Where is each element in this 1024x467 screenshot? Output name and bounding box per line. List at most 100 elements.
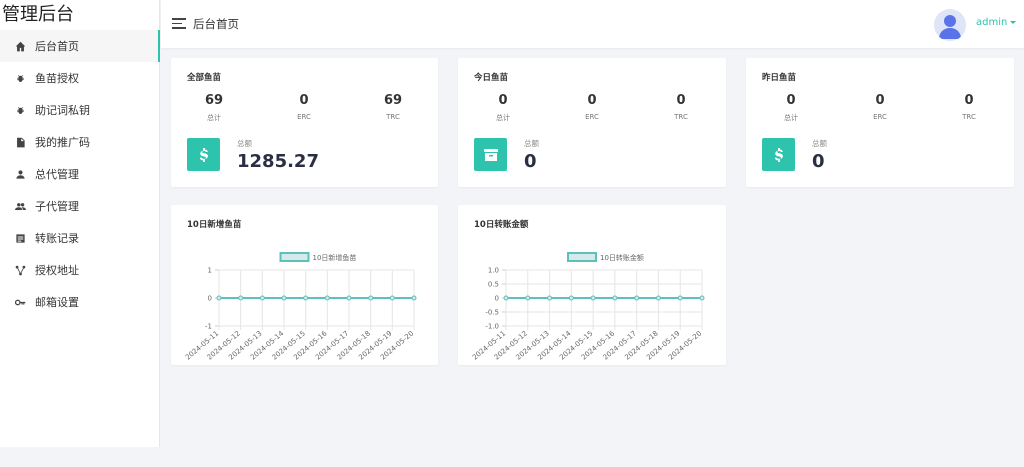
chart-legend: 10日转账金额: [567, 252, 644, 262]
data-point: [389, 295, 395, 301]
stat-value: 0: [875, 93, 885, 108]
stat-label: 总计: [784, 114, 798, 122]
chart-title: 10日新增鱼苗: [187, 220, 242, 230]
y-tick-label: 0: [495, 295, 499, 303]
legend-label: 10日新增鱼苗: [313, 253, 357, 262]
legend-label: 10日转账金额: [600, 253, 644, 262]
stat-label: TRC: [674, 113, 688, 121]
chart-title: 10日转账金额: [474, 220, 529, 230]
stat-value: 0: [587, 93, 597, 108]
stat-value: 69: [383, 93, 403, 108]
y-tick-label: -1: [205, 323, 212, 331]
stat-total: 69 总计: [174, 93, 254, 123]
data-point: [503, 295, 509, 301]
stat-total: 0 总计: [463, 93, 543, 123]
stat-label: ERC: [873, 113, 887, 121]
sidebar-item-transfer-records[interactable]: 转账记录: [0, 222, 159, 254]
stat-label: ERC: [297, 113, 311, 121]
sidebar-item-dashboard[interactable]: 后台首页: [0, 30, 160, 62]
stat-erc: 0 ERC: [552, 93, 632, 121]
card-title: 全部鱼苗: [187, 73, 222, 83]
menu-toggle-icon[interactable]: [172, 18, 186, 30]
card-title: 昨日鱼苗: [762, 73, 797, 83]
data-point: [259, 295, 265, 301]
data-point: [368, 295, 374, 301]
sidebar-item-email-settings[interactable]: 邮箱设置: [0, 286, 159, 318]
bug-icon: [15, 105, 26, 116]
chart-transfer-amount: 10日转账金额1.00.50-0.5-1.02024-05-112024-05-…: [471, 252, 705, 362]
y-tick-label: 0: [208, 295, 212, 303]
data-point: [281, 295, 287, 301]
sum-label: 总额: [524, 139, 539, 148]
archive-icon: [474, 138, 507, 171]
y-tick-label: 1: [208, 267, 212, 275]
data-point: [411, 295, 417, 301]
stat-trc: 0 TRC: [929, 93, 1009, 121]
app-title: 管理后台: [2, 4, 74, 25]
stat-value: 0: [498, 93, 508, 108]
stat-total: 0 总计: [751, 93, 831, 123]
sidebar-item-promo-code[interactable]: 我的推广码: [0, 126, 159, 158]
legend-swatch: [567, 252, 597, 262]
data-point: [216, 295, 222, 301]
sidebar-item-auth-address[interactable]: 授权地址: [0, 254, 159, 286]
home-icon: [15, 41, 26, 52]
stat-label: ERC: [585, 113, 599, 121]
card-title: 今日鱼苗: [474, 73, 509, 83]
dollar-icon: [762, 138, 795, 171]
stat-trc: 0 TRC: [641, 93, 721, 121]
avatar[interactable]: [934, 9, 966, 41]
user-avatar-icon: [939, 15, 961, 39]
chart-new-fry: 10日新增鱼苗10-12024-05-112024-05-122024-05-1…: [184, 252, 417, 362]
stat-value: 0: [676, 93, 686, 108]
data-point: [525, 295, 531, 301]
sidebar-item-label: 后台首页: [35, 40, 79, 53]
card-all-fry: 全部鱼苗 69 总计 0 ERC 69 TRC 总额 1285.27: [171, 58, 438, 187]
stat-trc: 69 TRC: [353, 93, 433, 121]
card-yesterday-fry: 昨日鱼苗 0 总计 0 ERC 0 TRC 总额 0: [746, 58, 1014, 187]
file-icon: [15, 137, 26, 148]
data-point: [238, 295, 244, 301]
bug-icon: [15, 73, 26, 84]
sum-label: 总额: [237, 139, 252, 148]
sidebar-item-label: 鱼苗授权: [35, 72, 79, 85]
stat-value: 0: [786, 93, 796, 108]
sidebar-item-sub-agent[interactable]: 子代管理: [0, 190, 159, 222]
user-icon: [15, 169, 26, 180]
data-point: [699, 295, 705, 301]
top-header: 后台首页 admin: [161, 0, 1024, 48]
stat-erc: 0 ERC: [840, 93, 920, 121]
data-point: [568, 295, 574, 301]
sidebar-item-general-agent[interactable]: 总代管理: [0, 158, 159, 190]
share-icon: [15, 265, 26, 276]
key-icon: [15, 297, 26, 308]
sum-value: 0: [524, 151, 537, 172]
sum-value: 0: [812, 151, 825, 172]
sum-label: 总额: [812, 139, 827, 148]
stat-label: TRC: [962, 113, 976, 121]
y-tick-label: -1.0: [485, 323, 499, 331]
page-title: 后台首页: [193, 17, 239, 31]
sidebar-item-label: 我的推广码: [35, 136, 90, 149]
data-point: [634, 295, 640, 301]
stat-value: 0: [299, 93, 309, 108]
sidebar: 管理后台 后台首页 鱼苗授权 助记词私钥 我的推广码 总代管理 子代管理 转账记…: [0, 0, 160, 447]
sidebar-item-mnemonic[interactable]: 助记词私钥: [0, 94, 159, 126]
user-menu[interactable]: admin: [976, 17, 1017, 28]
data-point: [547, 295, 553, 301]
data-point: [612, 295, 618, 301]
stat-label: TRC: [386, 113, 400, 121]
y-tick-label: 0.5: [488, 281, 499, 289]
username: admin: [976, 17, 1008, 28]
caret-down-icon: [1010, 20, 1017, 24]
stat-value: 69: [204, 93, 224, 108]
card-today-fry: 今日鱼苗 0 总计 0 ERC 0 TRC 总额 0: [458, 58, 726, 187]
data-point: [346, 295, 352, 301]
sidebar-item-authorization[interactable]: 鱼苗授权: [0, 62, 159, 94]
sidebar-menu: 后台首页 鱼苗授权 助记词私钥 我的推广码 总代管理 子代管理 转账记录 授权地…: [0, 30, 160, 318]
list-icon: [15, 233, 26, 244]
data-point: [303, 295, 309, 301]
sidebar-item-label: 邮箱设置: [35, 296, 79, 309]
sidebar-item-label: 转账记录: [35, 232, 79, 245]
sidebar-item-label: 授权地址: [35, 264, 79, 277]
